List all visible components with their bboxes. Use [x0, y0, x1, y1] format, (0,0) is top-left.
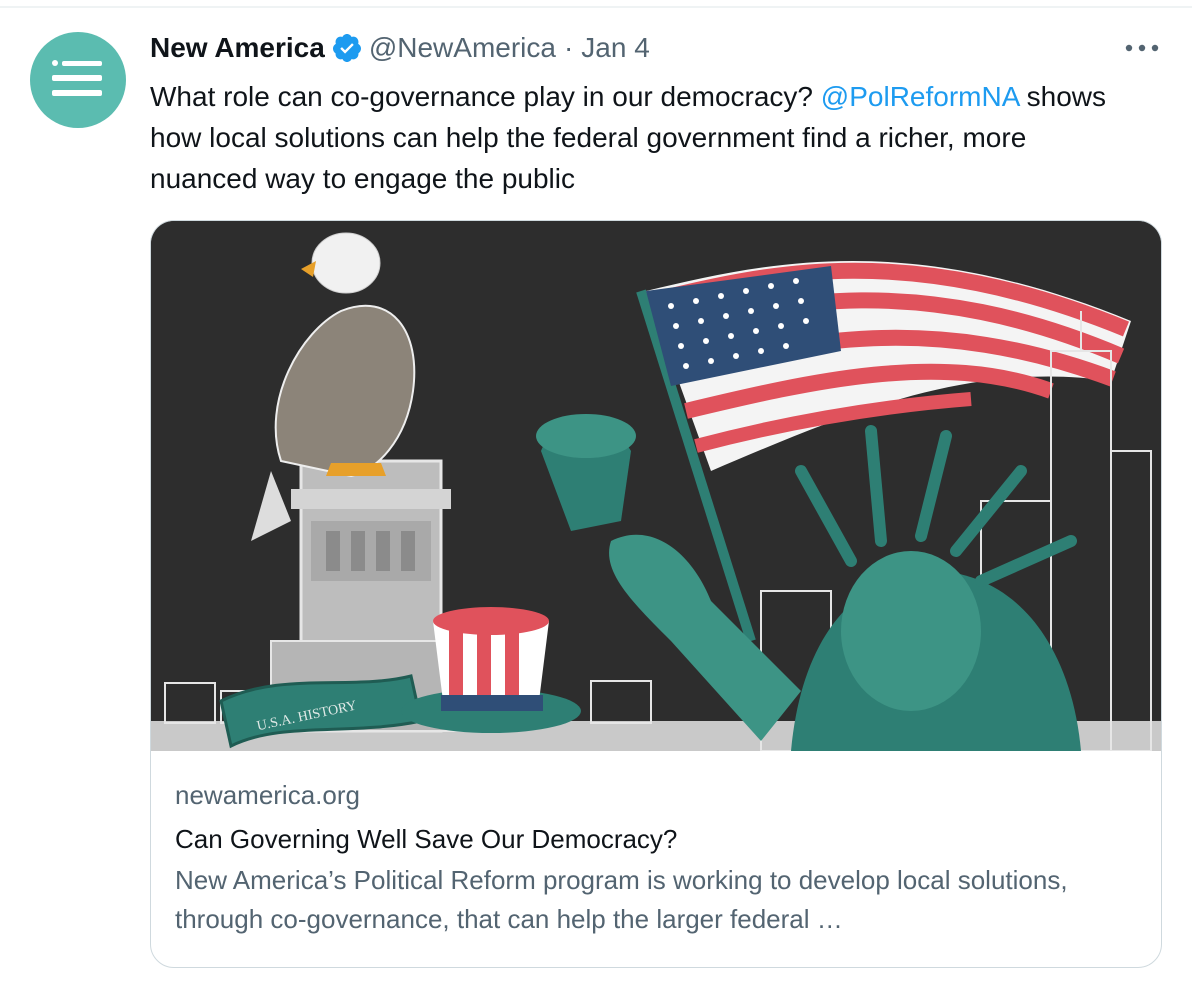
- avatar[interactable]: [30, 32, 126, 128]
- more-options-button[interactable]: [1124, 36, 1160, 60]
- card-title: Can Governing Well Save Our Democracy?: [175, 824, 678, 854]
- more-options-icon: [1125, 39, 1159, 57]
- separator: ·: [563, 32, 574, 63]
- list-icon: [52, 58, 104, 103]
- tweet[interactable]: New America @NewAmerica · Jan 4 What rol…: [0, 8, 1192, 988]
- card-image[interactable]: U.S.A. HISTORY: [151, 221, 1161, 752]
- handle[interactable]: @NewAmerica: [369, 32, 556, 64]
- tweet-text-part1: What role can co-governance play in our …: [150, 81, 814, 112]
- card-illustration: U.S.A. HISTORY: [151, 221, 1161, 752]
- link-card[interactable]: U.S.A. HISTORY newamerica.org Can Govern…: [150, 220, 1162, 968]
- card-body: newamerica.org Can Governing Well Save O…: [175, 773, 1135, 939]
- verified-badge-icon: [331, 32, 363, 64]
- tweet-date[interactable]: Jan 4: [581, 32, 650, 64]
- display-name[interactable]: New America: [150, 32, 325, 64]
- tweet-text: What role can co-governance play in our …: [150, 76, 1140, 199]
- card-description: New America’s Political Reform program i…: [175, 865, 1068, 934]
- mention-link[interactable]: @PolReformNA: [821, 81, 1019, 112]
- card-domain: newamerica.org: [175, 780, 360, 810]
- tweet-header: New America @NewAmerica · Jan 4: [150, 30, 650, 66]
